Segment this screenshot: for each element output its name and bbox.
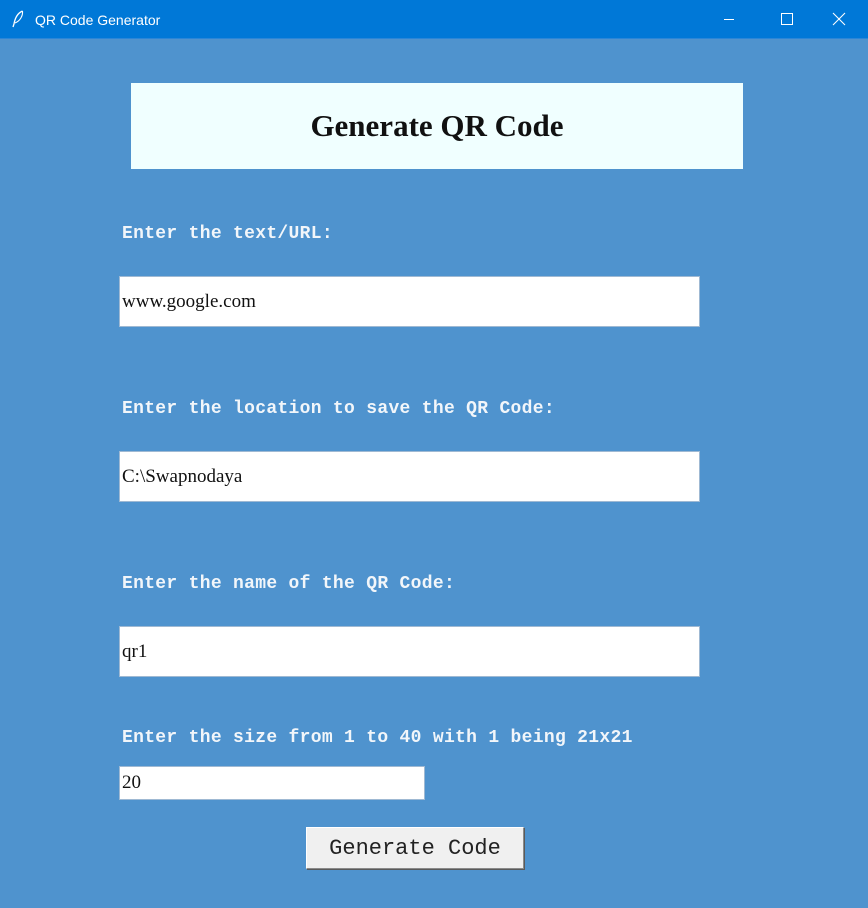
header-banner: Generate QR Code	[131, 83, 743, 169]
save-location-label: Enter the location to save the QR Code:	[122, 399, 555, 419]
qr-name-label: Enter the name of the QR Code:	[122, 574, 456, 594]
maximize-button[interactable]	[758, 0, 816, 38]
qr-name-input[interactable]	[119, 626, 700, 677]
text-url-input[interactable]	[119, 276, 700, 327]
generate-code-button[interactable]: Generate Code	[306, 827, 524, 869]
minimize-button[interactable]	[700, 0, 758, 38]
minimize-icon	[724, 19, 734, 20]
window-title: QR Code Generator	[35, 12, 161, 28]
feather-icon	[12, 10, 24, 28]
save-location-input[interactable]	[119, 451, 700, 502]
close-icon	[832, 12, 846, 26]
close-button[interactable]	[810, 0, 868, 38]
text-url-label: Enter the text/URL:	[122, 224, 333, 244]
page-title: Generate QR Code	[310, 108, 564, 143]
maximize-icon	[781, 13, 793, 25]
title-bar: QR Code Generator	[0, 0, 868, 39]
qr-size-label: Enter the size from 1 to 40 with 1 being…	[122, 728, 633, 747]
qr-size-input[interactable]	[119, 766, 425, 800]
